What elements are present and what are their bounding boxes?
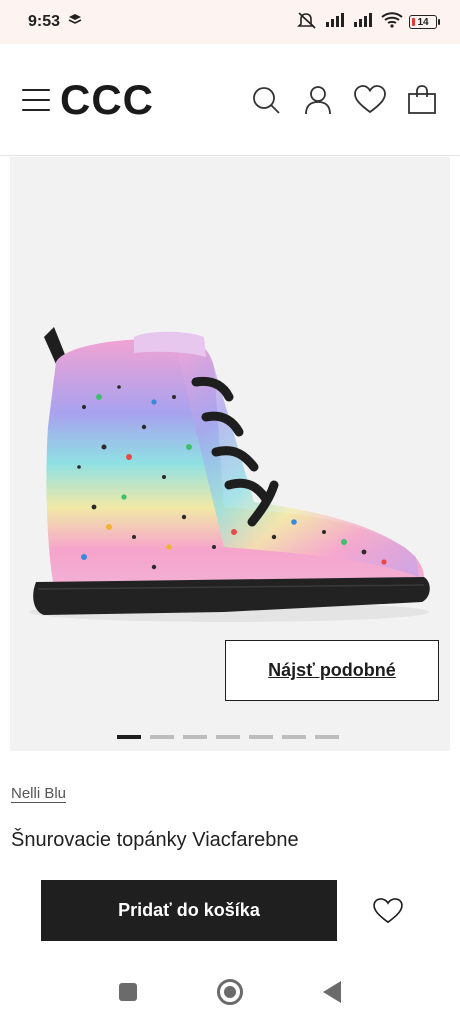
- pagination-dot-2[interactable]: [150, 735, 174, 739]
- pagination-dot-7[interactable]: [315, 735, 339, 739]
- site-header: CCC: [0, 44, 460, 156]
- pagination-dot-3[interactable]: [183, 735, 207, 739]
- signal-icon: [325, 12, 347, 33]
- pagination-dot-5[interactable]: [249, 735, 273, 739]
- menu-icon[interactable]: [22, 88, 50, 111]
- status-time: 9:53: [28, 13, 61, 30]
- search-icon[interactable]: [250, 84, 282, 116]
- wifi-icon: [381, 11, 403, 33]
- pagination-dot-1[interactable]: [117, 735, 141, 739]
- product-image: [29, 327, 430, 622]
- account-icon[interactable]: [302, 84, 334, 116]
- brand-link[interactable]: Nelli Blu: [11, 785, 66, 802]
- back-icon[interactable]: [323, 981, 341, 1003]
- signal-icon-2: [353, 12, 375, 33]
- home-icon[interactable]: [217, 979, 243, 1005]
- layers-icon: [68, 13, 82, 32]
- gallery-pagination: [117, 735, 339, 739]
- system-nav-bar: [0, 962, 460, 1022]
- battery-level: 14: [417, 16, 429, 28]
- add-to-cart-button[interactable]: Pridať do košíka: [41, 880, 337, 941]
- find-similar-button[interactable]: Nájsť podobné: [225, 640, 439, 701]
- logo[interactable]: CCC: [60, 76, 154, 124]
- cart-icon[interactable]: [406, 84, 438, 116]
- mute-icon: [297, 11, 319, 34]
- recents-icon[interactable]: [119, 983, 137, 1001]
- pagination-dot-6[interactable]: [282, 735, 306, 739]
- add-to-wishlist-icon[interactable]: [370, 893, 406, 929]
- product-title: Šnurovacie topánky Viacfarebne: [11, 829, 299, 851]
- status-bar: 9:53 14: [0, 0, 460, 44]
- pagination-dot-4[interactable]: [216, 735, 240, 739]
- product-gallery[interactable]: Nájsť podobné: [10, 157, 450, 751]
- wishlist-icon[interactable]: [354, 84, 386, 116]
- battery-icon: 14: [409, 15, 440, 29]
